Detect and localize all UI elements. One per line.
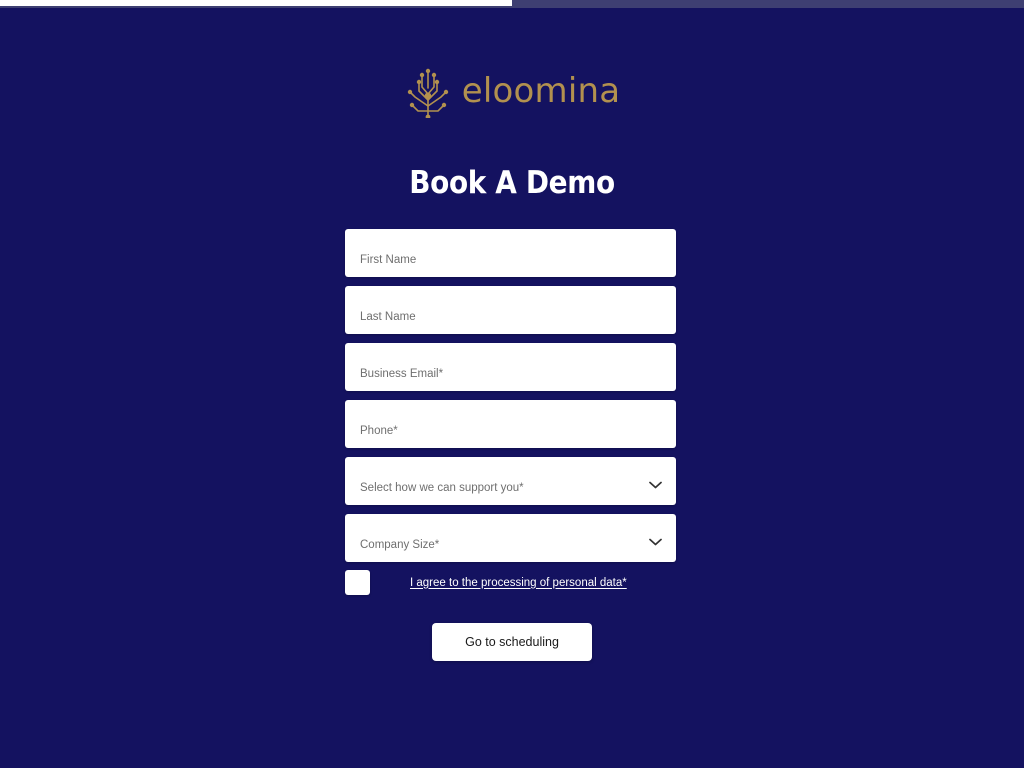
consent-label[interactable]: I agree to the processing of personal da… — [410, 577, 627, 589]
select-company-size[interactable] — [345, 528, 676, 562]
brand-logo: eloomina — [0, 66, 1024, 118]
field-last-name[interactable] — [345, 286, 676, 334]
input-phone[interactable] — [345, 414, 676, 448]
field-business-email[interactable] — [345, 343, 676, 391]
brand-wordmark: eloomina — [461, 71, 621, 111]
input-first-name[interactable] — [345, 243, 676, 277]
page-title: Book A Demo — [409, 165, 615, 201]
field-company-size[interactable] — [345, 514, 676, 562]
field-first-name[interactable] — [345, 229, 676, 277]
input-last-name[interactable] — [345, 300, 676, 334]
book-a-demo-page: eloomina Book A Demo I agree to the proc… — [0, 8, 1024, 768]
consent-row: I agree to the processing of personal da… — [345, 570, 627, 595]
submit-row: Go to scheduling — [0, 623, 1024, 661]
demo-request-form — [345, 229, 676, 571]
field-support-type[interactable] — [345, 457, 676, 505]
input-business-email[interactable] — [345, 357, 676, 391]
field-phone[interactable] — [345, 400, 676, 448]
go-to-scheduling-button[interactable]: Go to scheduling — [432, 623, 592, 661]
circuit-tree-icon — [407, 68, 448, 118]
page-load-progress-fill — [0, 0, 512, 6]
consent-checkbox[interactable] — [345, 570, 370, 595]
select-support-type[interactable] — [345, 471, 676, 505]
page-load-progress-track — [0, 0, 1024, 8]
